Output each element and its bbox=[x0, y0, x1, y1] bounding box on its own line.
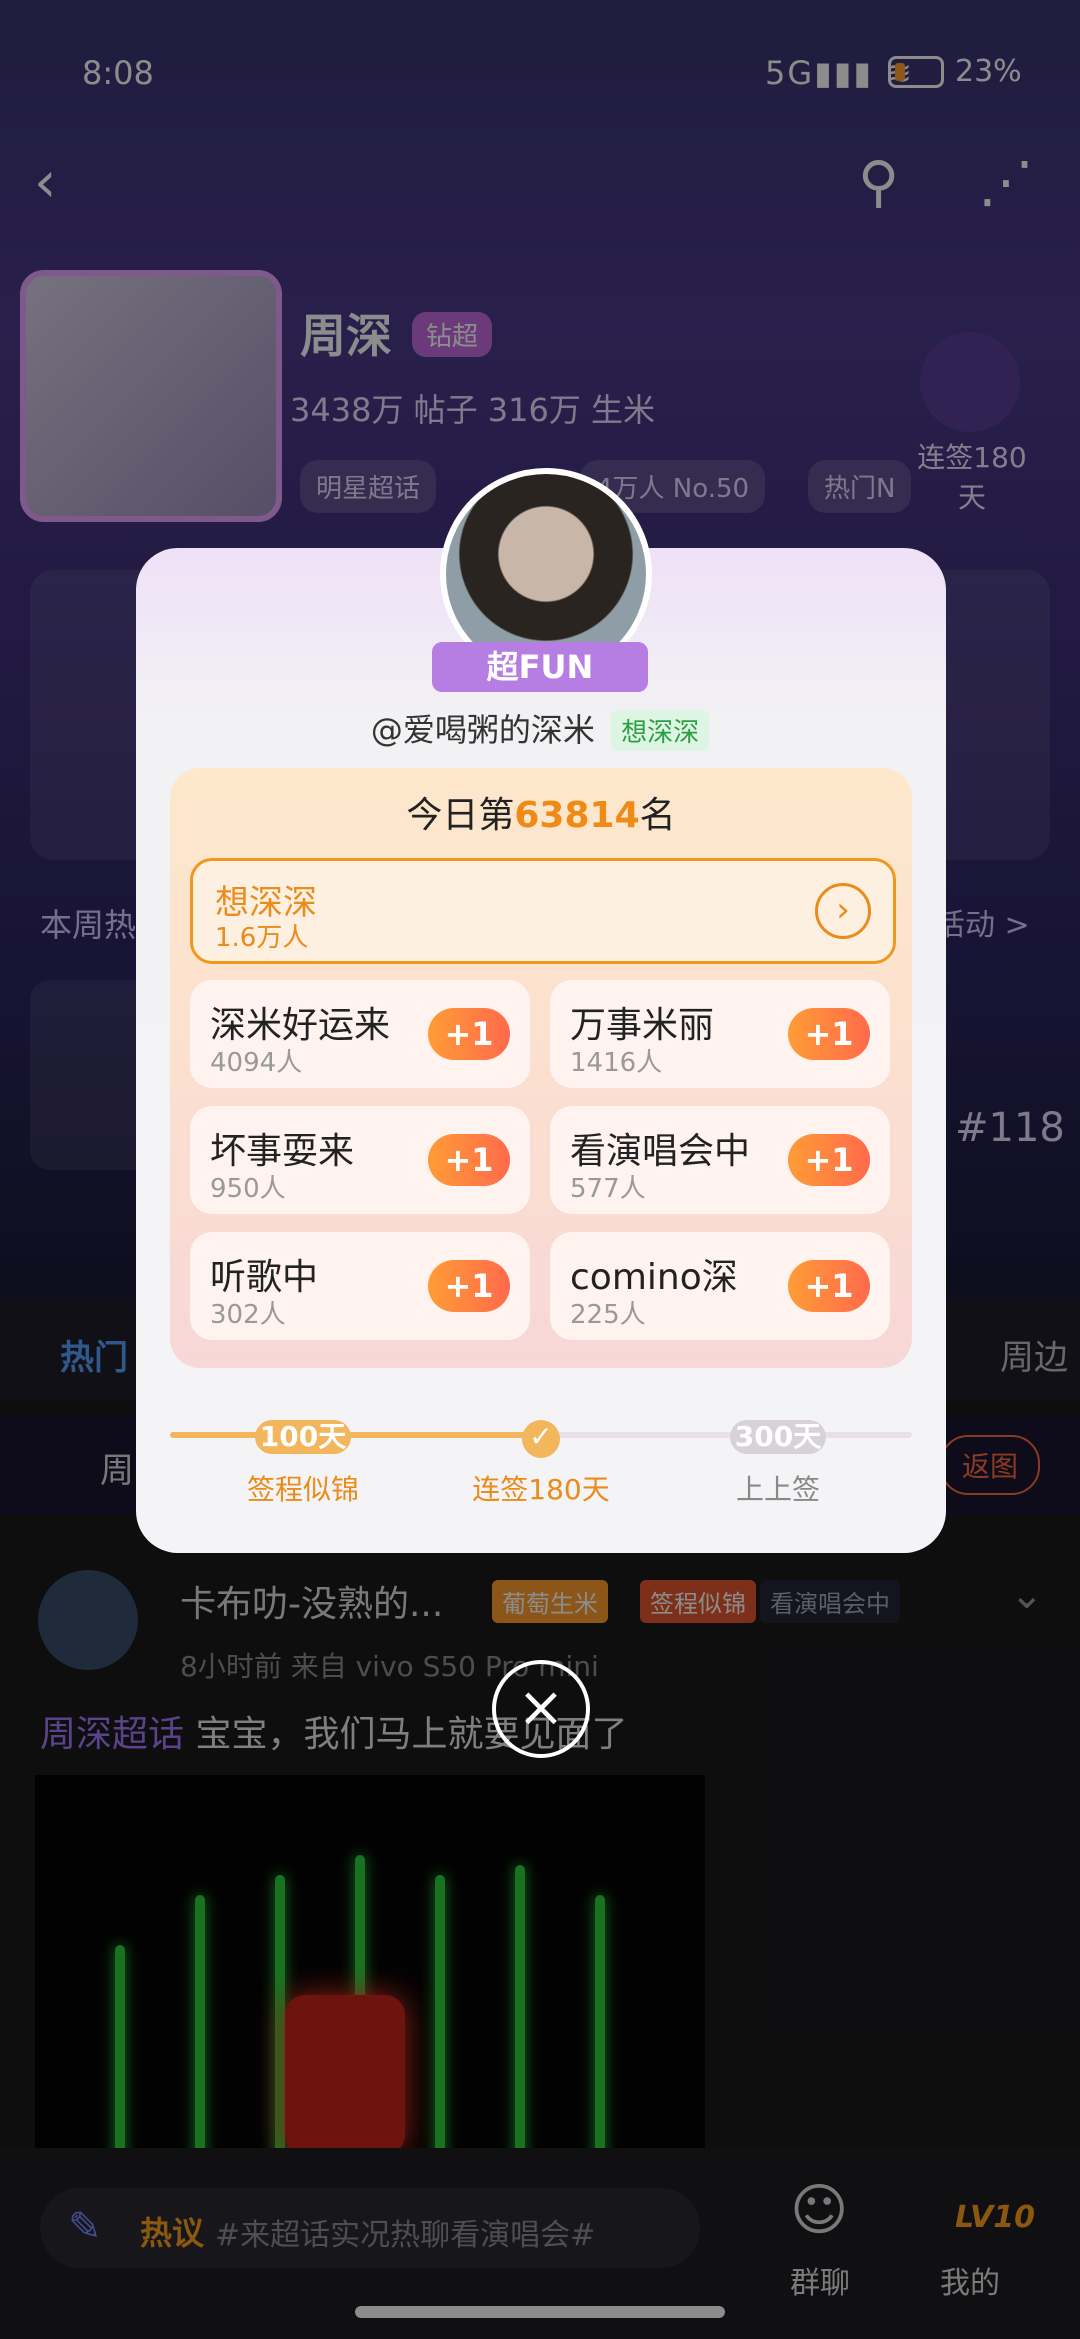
status-option[interactable]: 坏事耍来 950人 +1 bbox=[190, 1106, 530, 1214]
streak-progress: 100天 签程似锦 ✓ 连签180天 300天 上上签 bbox=[170, 1420, 912, 1550]
status-option[interactable]: 万事米丽 1416人 +1 bbox=[550, 980, 890, 1088]
option-count: 1416人 bbox=[570, 1048, 663, 1078]
option-count: 950人 bbox=[210, 1174, 286, 1204]
close-icon[interactable]: × bbox=[492, 1660, 590, 1758]
progress-fill bbox=[170, 1432, 540, 1438]
milestone-300: 300天 bbox=[730, 1420, 826, 1454]
chevron-right-icon[interactable]: › bbox=[815, 883, 871, 939]
option-title: comino深 bbox=[570, 1257, 738, 1298]
selected-status-option[interactable]: 想深深 1.6万人 › bbox=[190, 858, 896, 964]
option-title: 万事米丽 bbox=[570, 1005, 715, 1046]
status-option[interactable]: 看演唱会中 577人 +1 bbox=[550, 1106, 890, 1214]
rank-number: 63814 bbox=[514, 795, 640, 836]
option-count: 1.6万人 bbox=[215, 923, 309, 953]
option-title: 坏事耍来 bbox=[210, 1131, 355, 1172]
milestone-label: 连签180天 bbox=[472, 1473, 610, 1506]
option-title: 听歌中 bbox=[210, 1257, 319, 1298]
plus-one-button[interactable]: +1 bbox=[788, 1134, 870, 1186]
checkin-options-panel: 今日第63814名 想深深 1.6万人 › 深米好运来 4094人 +1 万事米… bbox=[170, 768, 912, 1368]
modal-username: @爱喝粥的深米 bbox=[370, 711, 595, 749]
plus-one-button[interactable]: +1 bbox=[788, 1260, 870, 1312]
plus-one-button[interactable]: +1 bbox=[788, 1008, 870, 1060]
milestone-label: 签程似锦 bbox=[246, 1473, 359, 1506]
option-count: 4094人 bbox=[210, 1048, 303, 1078]
option-count: 577人 bbox=[570, 1174, 646, 1204]
option-title: 看演唱会中 bbox=[570, 1131, 751, 1172]
option-count: 225人 bbox=[570, 1300, 646, 1330]
fun-badge: 超FUN bbox=[432, 642, 648, 692]
status-option[interactable]: 听歌中 302人 +1 bbox=[190, 1232, 530, 1340]
modal-username-row: @爱喝粥的深米 想深深 bbox=[0, 705, 1080, 751]
option-count: 302人 bbox=[210, 1300, 286, 1330]
rank-prefix: 今日第 bbox=[406, 795, 515, 836]
plus-one-button[interactable]: +1 bbox=[428, 1134, 510, 1186]
check-icon: ✓ bbox=[522, 1420, 560, 1458]
user-status-tag: 想深深 bbox=[611, 710, 710, 751]
today-rank: 今日第63814名 bbox=[170, 786, 912, 838]
rank-suffix: 名 bbox=[639, 795, 676, 836]
option-title: 深米好运来 bbox=[210, 1005, 391, 1046]
plus-one-button[interactable]: +1 bbox=[428, 1260, 510, 1312]
status-option[interactable]: 深米好运来 4094人 +1 bbox=[190, 980, 530, 1088]
plus-one-button[interactable]: +1 bbox=[428, 1008, 510, 1060]
milestone-label: 上上签 bbox=[735, 1473, 820, 1506]
milestone-100: 100天 bbox=[255, 1420, 351, 1454]
status-option[interactable]: comino深 225人 +1 bbox=[550, 1232, 890, 1340]
